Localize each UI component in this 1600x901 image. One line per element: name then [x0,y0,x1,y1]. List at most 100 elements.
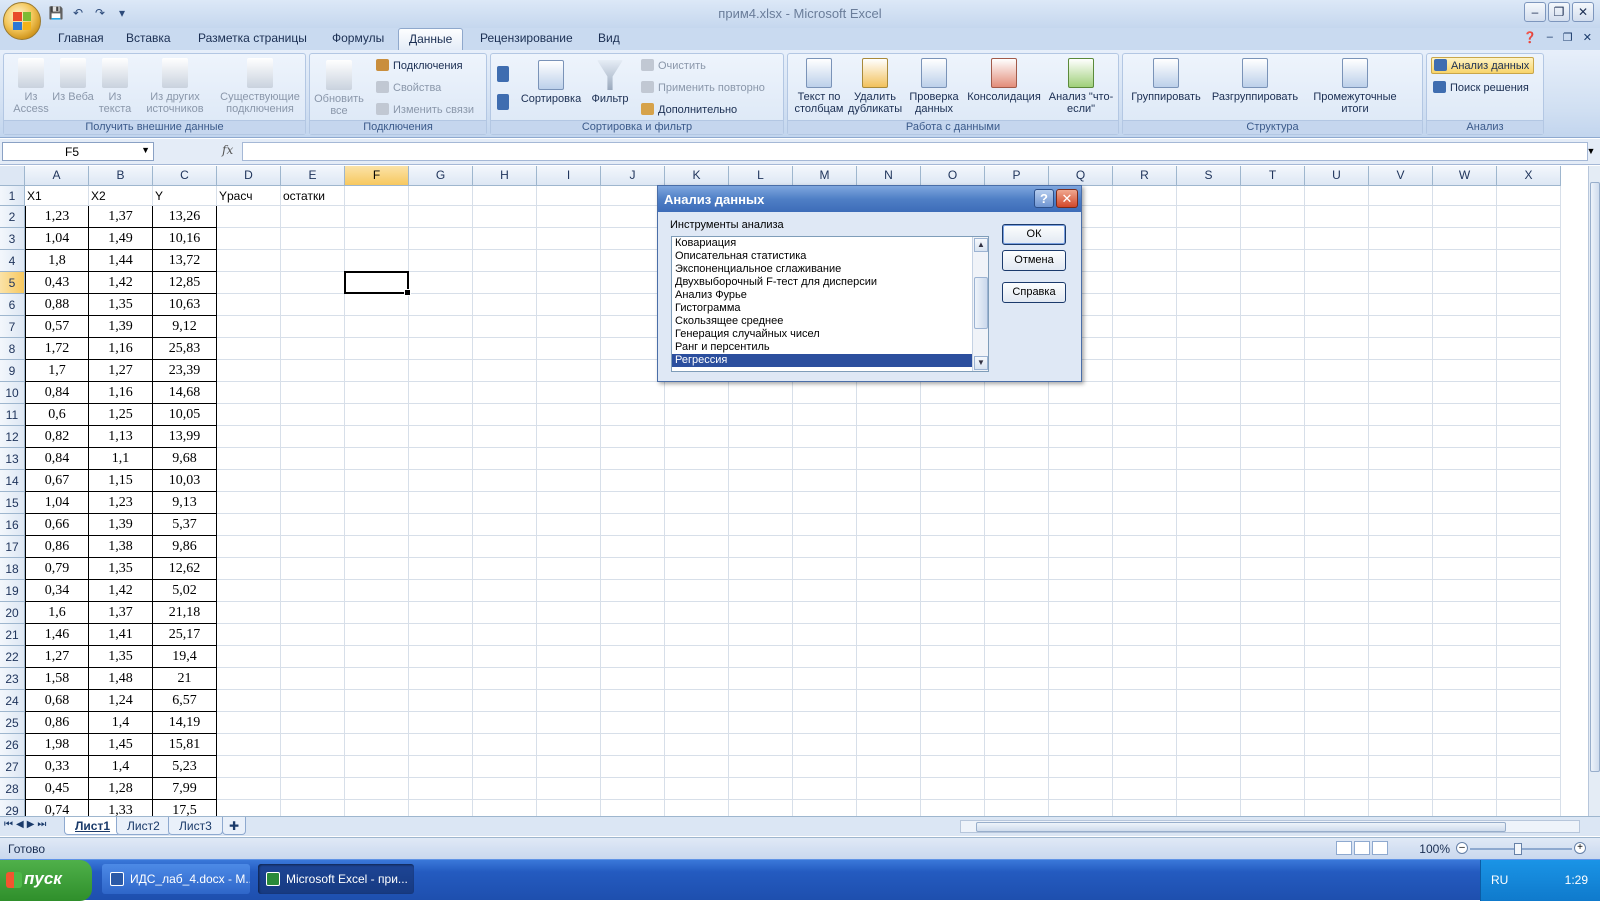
cell-W20[interactable] [1433,602,1497,624]
cell-B15[interactable]: 1,23 [89,492,153,514]
cell-Q12[interactable] [1049,426,1113,448]
cell-I18[interactable] [537,558,601,580]
cell-J9[interactable] [601,360,665,382]
cell-T22[interactable] [1241,646,1305,668]
cell-B19[interactable]: 1,42 [89,580,153,602]
cell-B4[interactable]: 1,44 [89,250,153,272]
cell-T3[interactable] [1241,228,1305,250]
cell-L25[interactable] [729,712,793,734]
cell-K29[interactable] [665,800,729,816]
cell-X25[interactable] [1497,712,1561,734]
cell-T25[interactable] [1241,712,1305,734]
cell-C13[interactable]: 9,68 [153,448,217,470]
cell-G29[interactable] [409,800,473,816]
cell-L19[interactable] [729,580,793,602]
column-header[interactable]: A [25,166,89,186]
cell-D22[interactable] [217,646,281,668]
cell-J25[interactable] [601,712,665,734]
cell-C17[interactable]: 9,86 [153,536,217,558]
cell-I29[interactable] [537,800,601,816]
consolidate-button[interactable]: Консолидация [964,58,1044,103]
cell-O10[interactable] [921,382,985,404]
cell-K19[interactable] [665,580,729,602]
cell-C14[interactable]: 10,03 [153,470,217,492]
cell-W11[interactable] [1433,404,1497,426]
cell-X18[interactable] [1497,558,1561,580]
cell-B25[interactable]: 1,4 [89,712,153,734]
cell-U13[interactable] [1305,448,1369,470]
cell-X17[interactable] [1497,536,1561,558]
cell-C19[interactable]: 5,02 [153,580,217,602]
cell-S16[interactable] [1177,514,1241,536]
cell-A4[interactable]: 1,8 [25,250,89,272]
cell-U9[interactable] [1305,360,1369,382]
cell-H1[interactable] [473,186,537,206]
cancel-button[interactable]: Отмена [1002,250,1066,271]
row-header[interactable]: 2 [0,206,25,228]
cell-D25[interactable] [217,712,281,734]
cell-K12[interactable] [665,426,729,448]
cell-H10[interactable] [473,382,537,404]
cell-D12[interactable] [217,426,281,448]
cell-J6[interactable] [601,294,665,316]
cell-T24[interactable] [1241,690,1305,712]
page-break-view-icon[interactable] [1372,841,1388,855]
cell-B16[interactable]: 1,39 [89,514,153,536]
cell-S6[interactable] [1177,294,1241,316]
cell-U24[interactable] [1305,690,1369,712]
row-header[interactable]: 23 [0,668,25,690]
cell-A14[interactable]: 0,67 [25,470,89,492]
cell-I19[interactable] [537,580,601,602]
cell-B12[interactable]: 1,13 [89,426,153,448]
cell-H25[interactable] [473,712,537,734]
cell-B7[interactable]: 1,39 [89,316,153,338]
cell-H26[interactable] [473,734,537,756]
cell-J24[interactable] [601,690,665,712]
cell-R27[interactable] [1113,756,1177,778]
cell-V2[interactable] [1369,206,1433,228]
tab-insert[interactable]: Вставка [126,31,171,45]
cell-A2[interactable]: 1,23 [25,206,89,228]
cell-A27[interactable]: 0,33 [25,756,89,778]
cell-T28[interactable] [1241,778,1305,800]
cell-E7[interactable] [281,316,345,338]
page-layout-view-icon[interactable] [1354,841,1370,855]
cell-R5[interactable] [1113,272,1177,294]
cell-D11[interactable] [217,404,281,426]
cell-L11[interactable] [729,404,793,426]
cell-V16[interactable] [1369,514,1433,536]
cell-G18[interactable] [409,558,473,580]
row-header[interactable]: 17 [0,536,25,558]
refresh-all-button[interactable]: Обновить все [314,60,364,117]
cell-B20[interactable]: 1,37 [89,602,153,624]
cell-O12[interactable] [921,426,985,448]
column-header[interactable]: N [857,166,921,186]
column-header[interactable]: I [537,166,601,186]
cell-B17[interactable]: 1,38 [89,536,153,558]
chevron-down-icon[interactable]: ▼ [141,145,150,155]
cell-N20[interactable] [857,602,921,624]
cell-S18[interactable] [1177,558,1241,580]
cell-R9[interactable] [1113,360,1177,382]
cell-M10[interactable] [793,382,857,404]
from-other-sources-button[interactable]: Из других источников [140,58,210,115]
cell-O21[interactable] [921,624,985,646]
cell-V9[interactable] [1369,360,1433,382]
cell-I28[interactable] [537,778,601,800]
list-item[interactable]: Двухвыборочный F-тест для дисперсии [672,276,988,289]
cell-X4[interactable] [1497,250,1561,272]
cell-A26[interactable]: 1,98 [25,734,89,756]
cell-C4[interactable]: 13,72 [153,250,217,272]
cell-B22[interactable]: 1,35 [89,646,153,668]
cell-X29[interactable] [1497,800,1561,816]
cell-J12[interactable] [601,426,665,448]
row-header[interactable]: 25 [0,712,25,734]
cell-G1[interactable] [409,186,473,206]
data-analysis-button[interactable]: Анализ данных [1431,57,1535,74]
cell-W12[interactable] [1433,426,1497,448]
cell-J14[interactable] [601,470,665,492]
cell-U21[interactable] [1305,624,1369,646]
cell-F1[interactable] [345,186,409,206]
cell-P22[interactable] [985,646,1049,668]
cell-V1[interactable] [1369,186,1433,206]
